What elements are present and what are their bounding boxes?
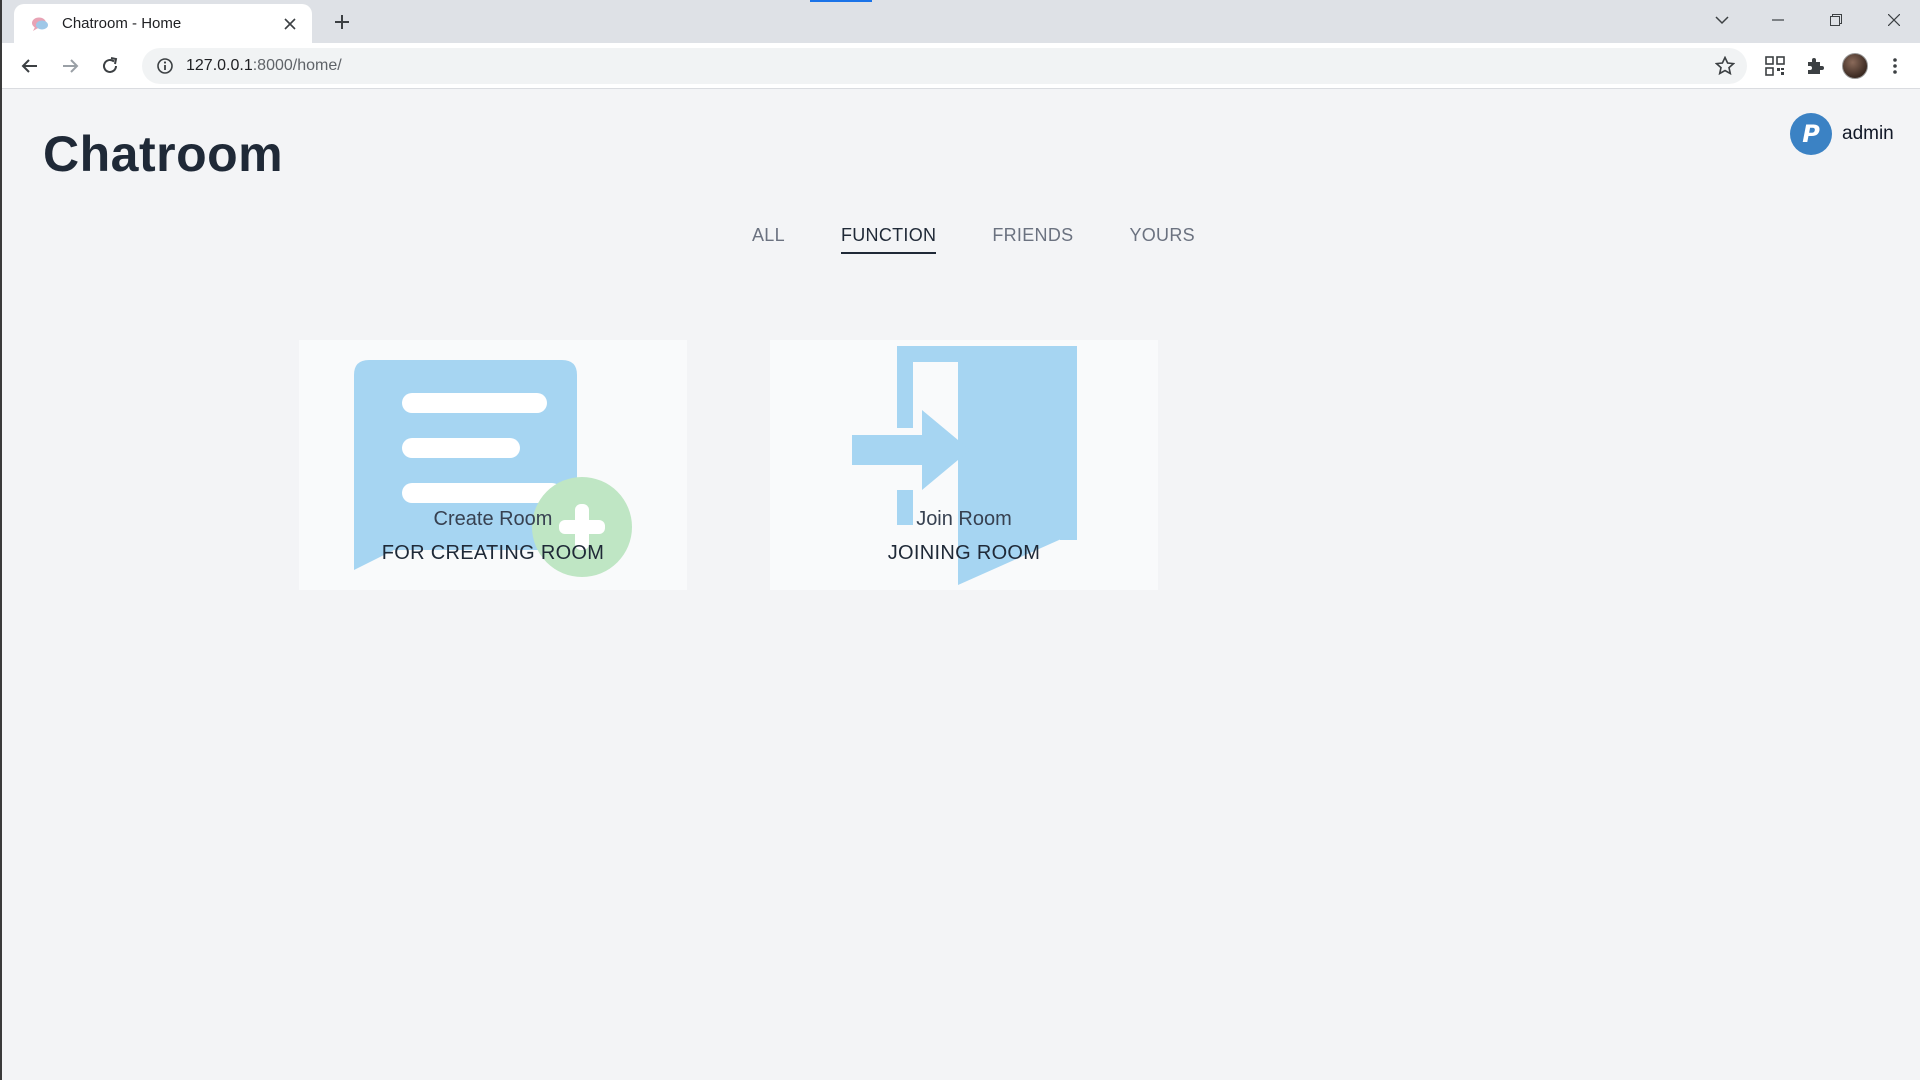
close-icon <box>1888 14 1900 26</box>
extensions-button[interactable] <box>1801 52 1829 80</box>
card-title: Create Room <box>433 508 553 530</box>
close-tab-icon[interactable] <box>280 14 300 34</box>
url-host: 127.0.0.1 <box>186 57 253 74</box>
chevron-down-icon <box>1715 16 1729 25</box>
paypal-logo-icon: P <box>1802 120 1820 148</box>
tab-all[interactable]: ALL <box>752 225 785 254</box>
more-vertical-icon <box>1893 58 1897 74</box>
tab-function[interactable]: FUNCTION <box>840 225 937 254</box>
user-menu[interactable]: P admin <box>1790 113 1894 155</box>
plus-icon <box>335 15 349 29</box>
bookmark-button[interactable] <box>1713 54 1737 78</box>
reload-icon <box>103 57 118 73</box>
minimize-button[interactable] <box>1750 0 1806 40</box>
menu-button[interactable] <box>1881 52 1909 80</box>
reload-button[interactable] <box>94 50 126 82</box>
profile-avatar <box>1842 53 1868 79</box>
loading-indicator <box>810 0 872 2</box>
address-bar[interactable]: 127.0.0.1:8000/home/ <box>142 48 1747 84</box>
forward-button[interactable] <box>54 50 86 82</box>
user-avatar[interactable]: P <box>1790 113 1832 155</box>
browser-toolbar: 127.0.0.1:8000/home/ <box>2 43 1920 89</box>
arrow-right-icon <box>63 59 79 73</box>
svg-text:P: P <box>1802 120 1820 148</box>
page-content: Chatroom P admin ALL FUNCTION FRIENDS YO… <box>2 89 1920 1080</box>
tab-strip: Chatroom - Home <box>2 0 1920 43</box>
restore-button[interactable] <box>1808 0 1864 40</box>
info-icon[interactable] <box>156 57 174 75</box>
browser-window: Chatroom - Home 127.0.0.1:8000/home/ Ch… <box>0 0 1920 1080</box>
card-subtitle: FOR CREATING ROOM <box>381 542 605 564</box>
tab-search-button[interactable] <box>1694 0 1750 40</box>
profile-button[interactable] <box>1841 52 1869 80</box>
tab-yours[interactable]: YOURS <box>1129 225 1195 254</box>
page-title: Chatroom <box>43 126 284 182</box>
minimize-icon <box>1772 19 1784 21</box>
username[interactable]: admin <box>1842 123 1894 145</box>
card-title: Join Room <box>916 508 1012 530</box>
puzzle-icon <box>1808 58 1824 74</box>
back-button[interactable] <box>14 50 46 82</box>
qr-code-icon <box>1765 56 1785 76</box>
new-tab-button[interactable] <box>328 8 356 36</box>
category-tabs: ALL FUNCTION FRIENDS YOURS <box>752 225 1251 254</box>
arrow-left-icon <box>21 59 37 73</box>
create-room-card[interactable]: Create Room FOR CREATING ROOM <box>299 340 687 590</box>
card-subtitle: JOINING ROOM <box>887 542 1041 564</box>
chat-favicon-icon <box>32 17 48 31</box>
restore-icon <box>1830 14 1842 26</box>
tab-friends[interactable]: FRIENDS <box>992 225 1073 254</box>
join-room-card[interactable]: Join Room JOINING ROOM <box>770 340 1158 590</box>
close-window-button[interactable] <box>1866 0 1920 40</box>
url-path: :8000/home/ <box>252 57 342 74</box>
qr-code-button[interactable] <box>1761 52 1789 80</box>
star-icon <box>1715 56 1735 76</box>
tab-title: Chatroom - Home <box>62 15 182 32</box>
browser-tab[interactable]: Chatroom - Home <box>14 4 312 43</box>
